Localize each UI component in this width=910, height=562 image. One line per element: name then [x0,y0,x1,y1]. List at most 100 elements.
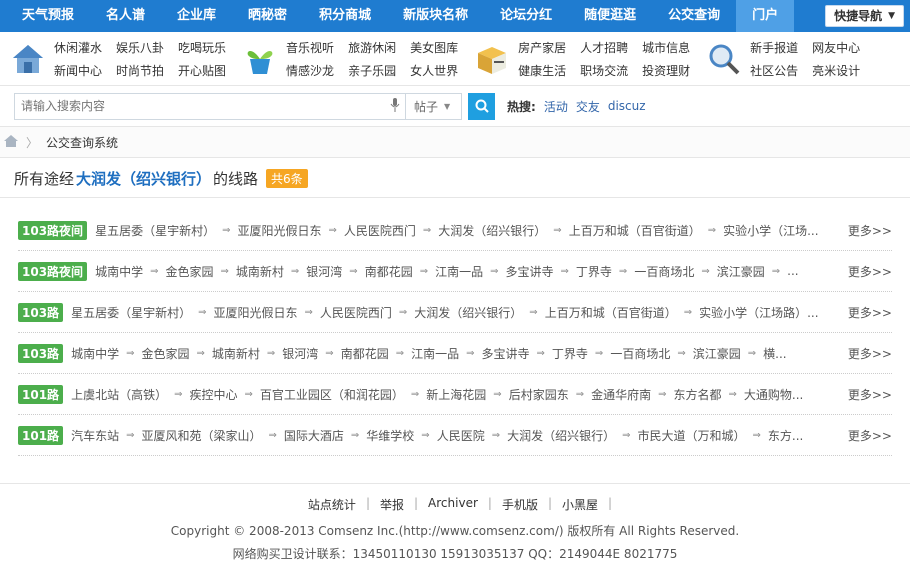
category-link[interactable]: 健康生活 [518,62,566,79]
breadcrumb-current[interactable]: 公交查询系统 [46,134,118,151]
stop-name[interactable]: 多宝讲寺 [482,345,530,362]
category-link[interactable]: 开心贴图 [178,62,226,79]
category-link[interactable]: 城市信息 [642,39,690,56]
more-link[interactable]: 更多>> [848,222,892,239]
hot-search-link[interactable]: discuz [608,99,646,113]
search-button[interactable] [468,92,495,120]
more-link[interactable]: 更多>> [848,345,892,362]
more-link[interactable]: 更多>> [848,427,892,444]
microphone-icon[interactable] [385,97,405,115]
nav-item-browse[interactable]: 随便逛逛 [568,0,652,32]
stop-name[interactable]: 滨江豪园 [693,345,741,362]
stop-name[interactable]: 金色家园 [141,345,189,362]
stop-name[interactable]: 城南中学 [95,263,143,280]
nav-item-forum-bonus[interactable]: 论坛分红 [484,0,568,32]
stop-name[interactable]: 江南一品 [435,263,483,280]
nav-item-new-section[interactable]: 新版块名称 [387,0,484,32]
stop-name[interactable]: 疾控中心 [189,386,237,403]
stop-name[interactable]: 银河湾 [306,263,342,280]
stop-name[interactable]: 人民医院西门 [344,222,416,239]
stop-name[interactable]: 亚厦阳光假日东 [237,222,321,239]
more-link[interactable]: 更多>> [848,386,892,403]
search-input[interactable] [15,93,385,119]
category-link[interactable]: 网友中心 [812,39,860,56]
footer-link[interactable]: 举报 [370,496,414,513]
category-link[interactable]: 时尚节拍 [116,62,164,79]
stop-name[interactable]: 江南一品 [411,345,459,362]
stop-name[interactable]: 实验小学（江场路）... [699,304,818,321]
route-badge[interactable]: 103路夜间 [18,261,88,281]
footer-link[interactable]: 站点统计 [298,496,366,513]
category-link[interactable]: 休闲灌水 [54,39,102,56]
stop-name[interactable]: 东方... [768,427,803,444]
stop-name[interactable]: 城南中学 [71,345,119,362]
stop-name[interactable]: 大通购物... [744,386,803,403]
stop-name[interactable]: 南都花园 [365,263,413,280]
stop-name[interactable]: 大润发（绍兴银行） [507,427,615,444]
stop-name[interactable]: 银河湾 [282,345,318,362]
category-link[interactable]: 社区公告 [750,62,798,79]
category-link[interactable]: 娱乐八卦 [116,39,164,56]
stop-name[interactable]: 华维学校 [366,427,414,444]
home-icon[interactable] [4,134,18,150]
category-link[interactable]: 女人世界 [410,62,458,79]
stop-name[interactable]: 百官工业园区（和润花园） [260,386,404,403]
stop-name[interactable]: 国际大酒店 [284,427,344,444]
stop-name[interactable]: 人民医院西门 [320,304,392,321]
stop-name[interactable]: 一百商场北 [610,345,670,362]
category-link[interactable]: 音乐视听 [286,39,334,56]
more-link[interactable]: 更多>> [848,263,892,280]
more-link[interactable]: 更多>> [848,304,892,321]
footer-link[interactable]: 小黑屋 [552,496,608,513]
nav-item-portal[interactable]: 门户 [736,0,795,32]
stop-name[interactable]: 上百万和城（百官街道） [545,304,677,321]
route-badge[interactable]: 103路夜间 [18,220,88,240]
footer-link[interactable]: Archiver [418,496,488,513]
stop-name[interactable]: 横... [763,345,786,362]
category-link[interactable]: 情感沙龙 [286,62,334,79]
stop-name[interactable]: 城南新村 [236,263,284,280]
stop-name[interactable]: 滨江豪园 [717,263,765,280]
nav-item-bus-query[interactable]: 公交查询 [652,0,736,32]
route-badge[interactable]: 103路 [18,302,64,322]
stop-name[interactable]: 上虞北站（高铁） [71,386,167,403]
stop-name[interactable]: 汽车东站 [71,427,119,444]
hot-search-link[interactable]: 交友 [576,98,600,115]
category-link[interactable]: 旅游休闲 [348,39,396,56]
stop-name[interactable]: 东方名都 [674,386,722,403]
stop-name[interactable]: 实验小学（江场... [723,222,818,239]
stop-name[interactable]: 后村家园东 [509,386,569,403]
category-link[interactable]: 吃喝玩乐 [178,39,226,56]
hot-search-link[interactable]: 活动 [544,98,568,115]
stop-name[interactable]: 星五居委（星宇新村） [95,222,215,239]
nav-item-secrets[interactable]: 晒秘密 [232,0,303,32]
category-link[interactable]: 房产家居 [518,39,566,56]
route-badge[interactable]: 103路 [18,343,64,363]
stop-name[interactable]: 一百商场北 [634,263,694,280]
category-link[interactable]: 新闻中心 [54,62,102,79]
nav-item-weather[interactable]: 天气预报 [6,0,90,32]
stop-name[interactable]: 市民大道（万和城） [638,427,746,444]
stop-name[interactable]: 亚厦阳光假日东 [213,304,297,321]
category-link[interactable]: 投资理财 [642,62,690,79]
stop-name[interactable]: ... [787,264,798,278]
footer-link[interactable]: 手机版 [492,496,548,513]
route-badge[interactable]: 101路 [18,384,64,404]
category-link[interactable]: 美女图库 [410,39,458,56]
stop-name[interactable]: 丁界寺 [552,345,588,362]
stop-name[interactable]: 金通华府南 [591,386,651,403]
stop-name[interactable]: 星五居委（星宇新村） [71,304,191,321]
nav-item-companies[interactable]: 企业库 [161,0,232,32]
category-link[interactable]: 人才招聘 [580,39,628,56]
nav-item-points-mall[interactable]: 积分商城 [303,0,387,32]
stop-name[interactable]: 亚厦风和苑（梁家山） [141,427,261,444]
search-type-select[interactable]: 帖子 ▼ [405,93,461,119]
quick-nav-button[interactable]: 快捷导航 ▼ [825,5,904,27]
stop-name[interactable]: 人民医院 [437,427,485,444]
stop-name[interactable]: 南都花园 [341,345,389,362]
stop-name[interactable]: 金色家园 [165,263,213,280]
stop-name[interactable]: 丁界寺 [576,263,612,280]
stop-name[interactable]: 上百万和城（百官街道） [569,222,701,239]
category-link[interactable]: 亲子乐园 [348,62,396,79]
category-link[interactable]: 职场交流 [580,62,628,79]
